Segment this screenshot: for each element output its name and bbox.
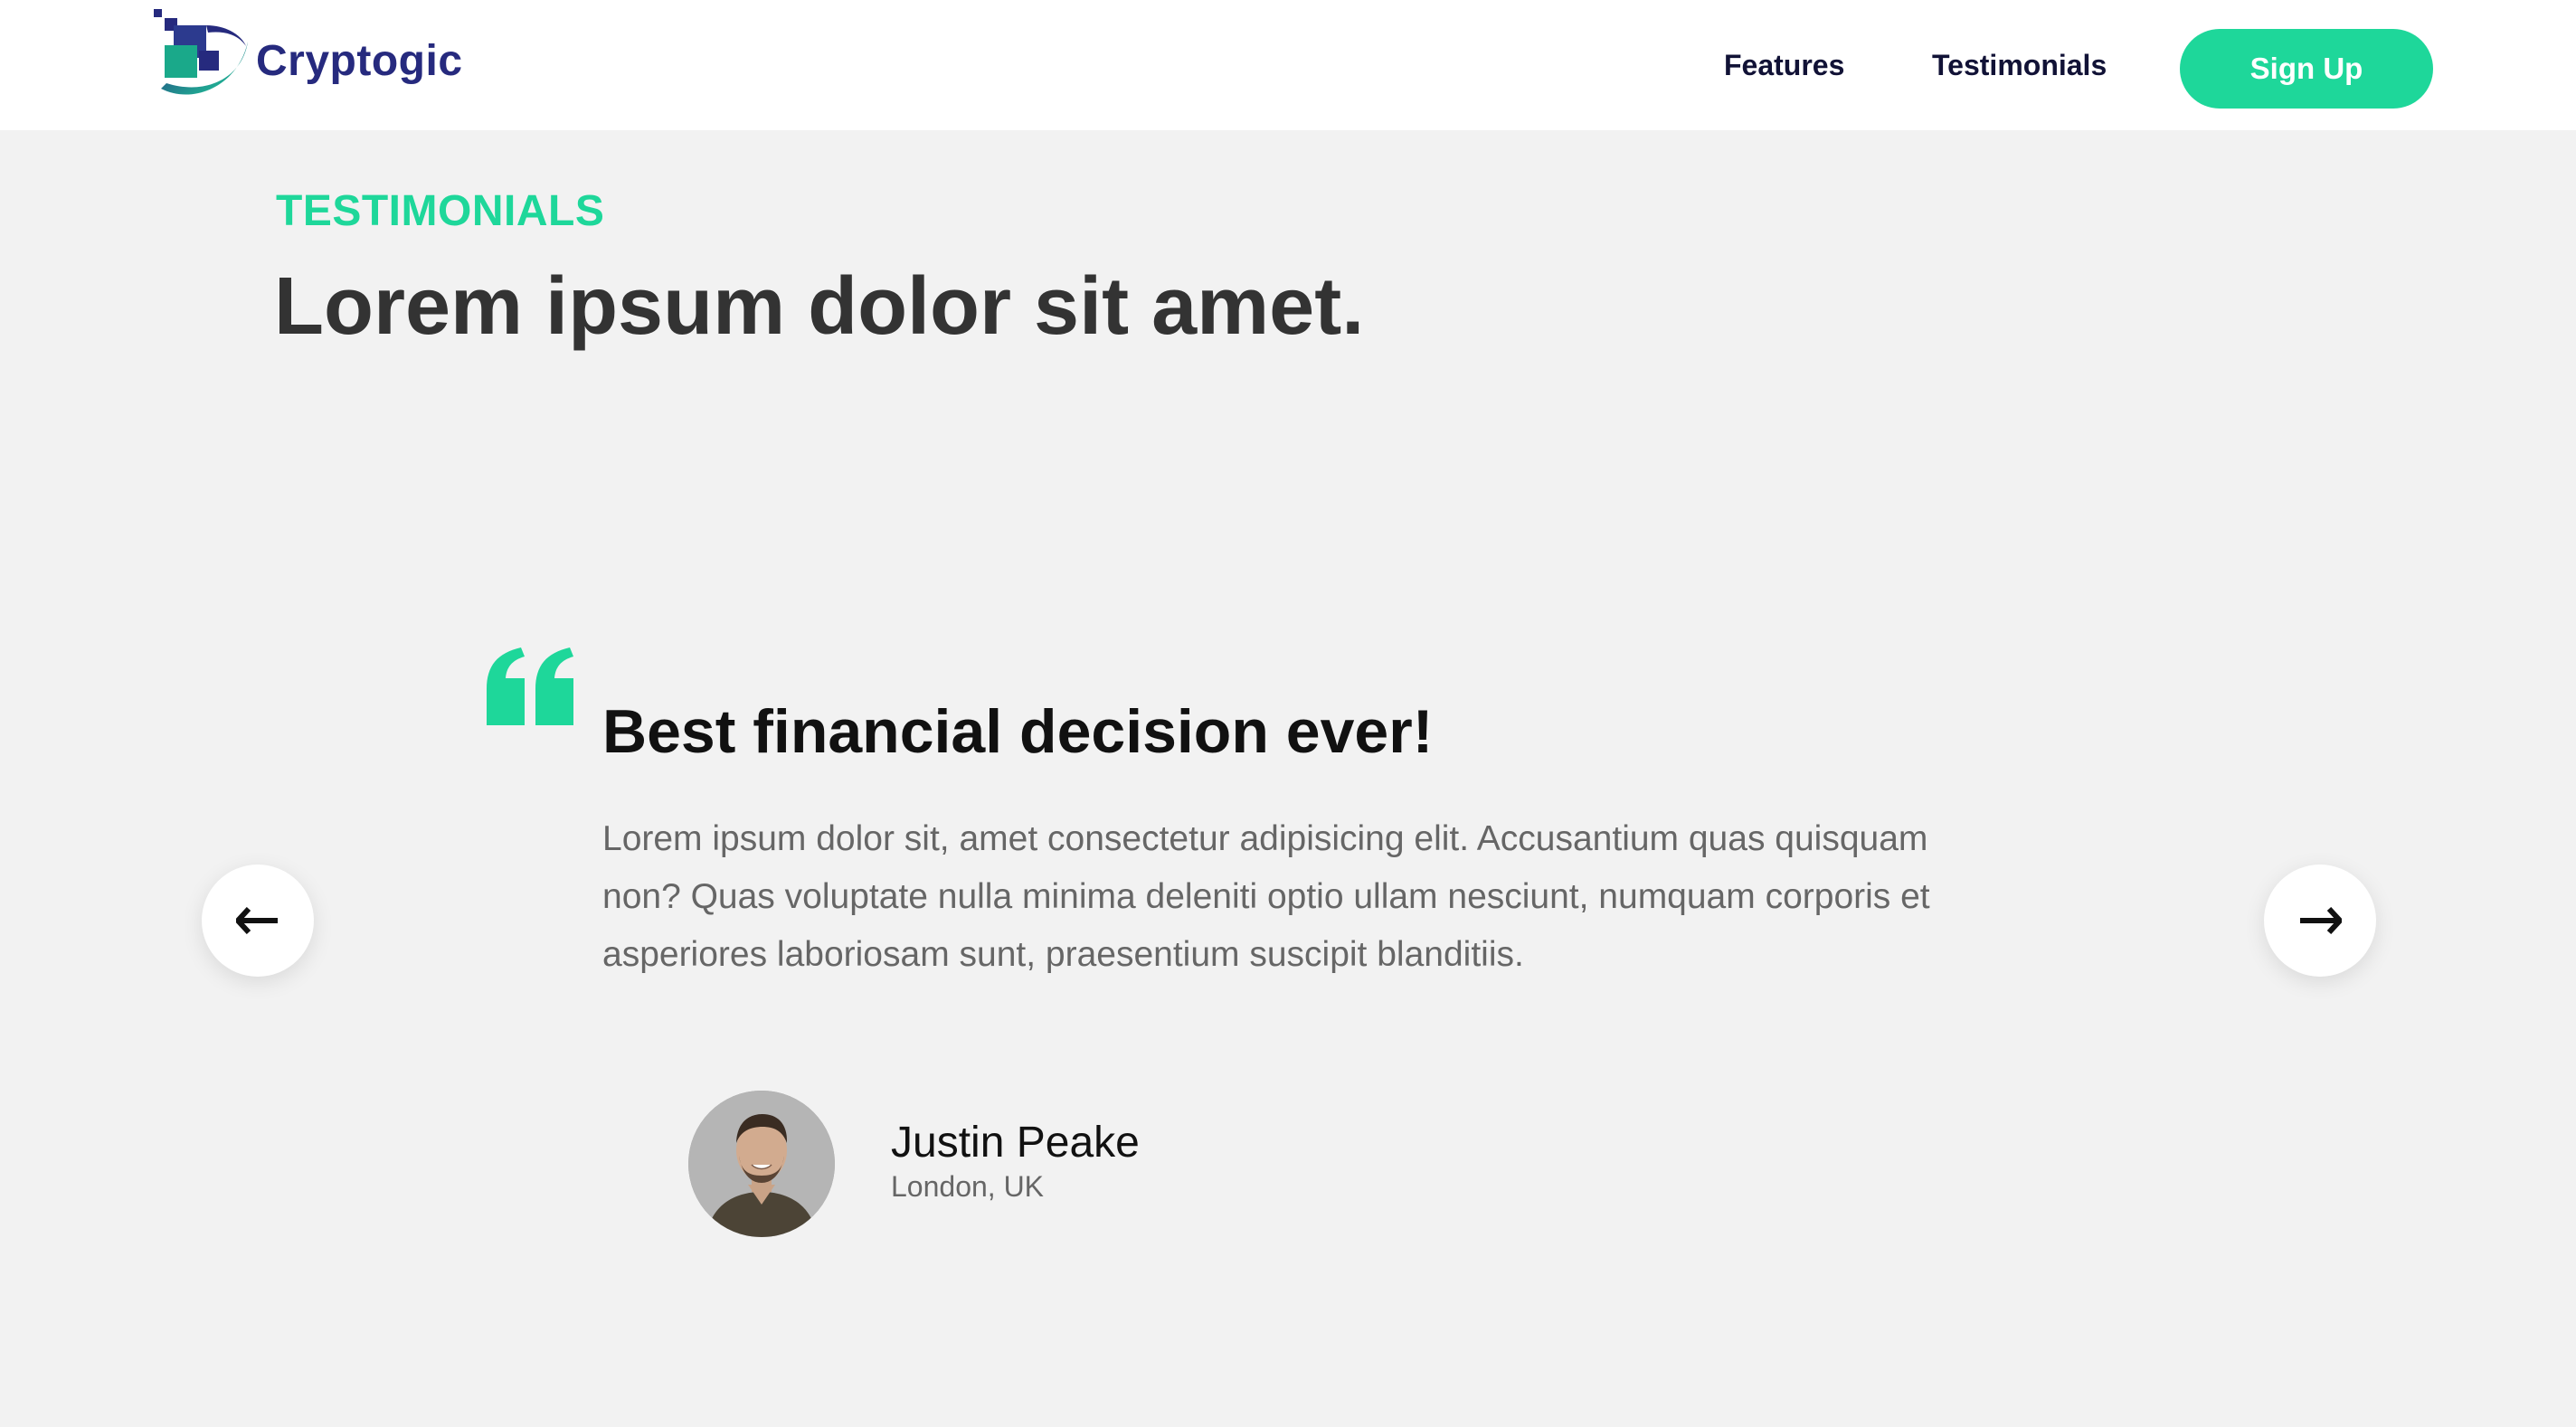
section-eyebrow: TESTIMONIALS [276,187,605,235]
author-name: Justin Peake [891,1119,1140,1167]
brand-logo[interactable]: Cryptogic [152,5,478,101]
nav-link-testimonials[interactable]: Testimonials [1932,49,2107,82]
brand-name: Cryptogic [256,37,463,85]
author-avatar [688,1091,835,1237]
carousel-next-button[interactable] [2264,865,2376,977]
arrow-right-icon [2300,907,2342,934]
arrow-left-icon [236,907,278,934]
quote-icon [485,647,575,730]
navbar: Cryptogic Features Testimonials Sign Up [0,0,2576,130]
cryptogic-logo-icon [154,9,248,95]
signup-button[interactable]: Sign Up [2180,29,2433,109]
section-heading: Lorem ipsum dolor sit amet. [274,261,1365,352]
carousel-prev-button[interactable] [202,865,314,977]
author-location: London, UK [891,1170,1045,1203]
testimonial-body: Lorem ipsum dolor sit, amet consectetur … [602,819,1930,974]
testimonial-title: Best financial decision ever! [602,697,1434,766]
nav-link-features[interactable]: Features [1724,49,1844,82]
